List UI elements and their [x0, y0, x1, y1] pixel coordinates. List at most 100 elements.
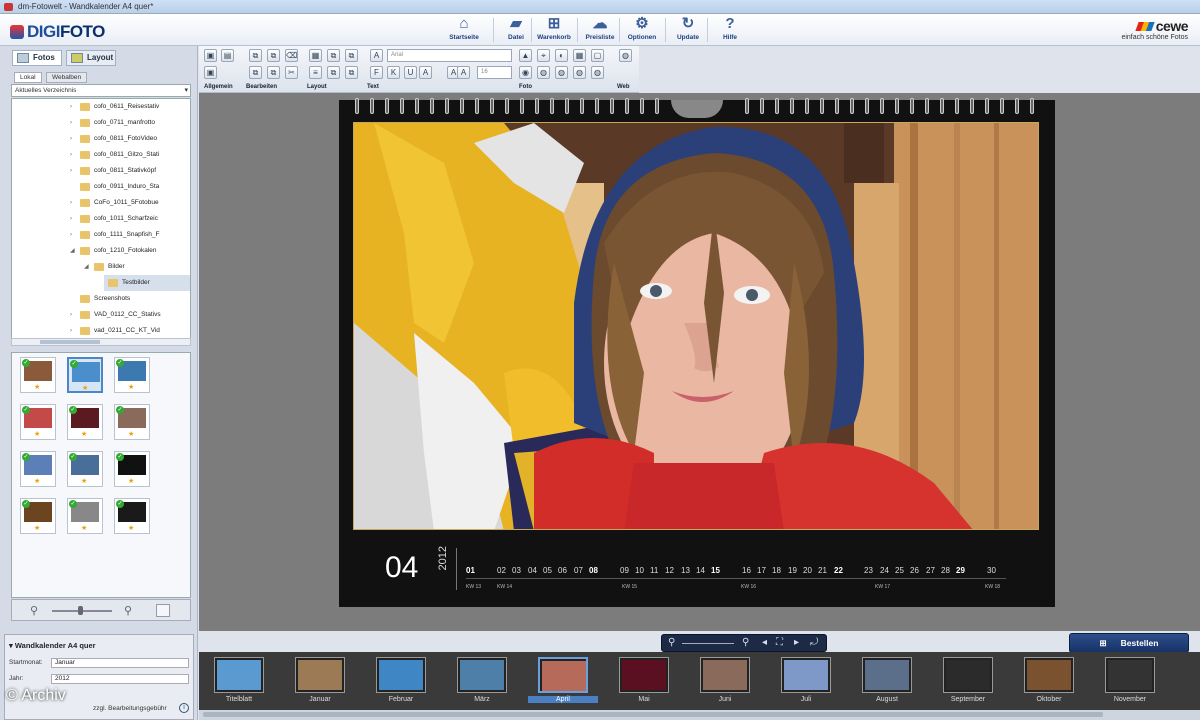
filmstrip-page[interactable]	[781, 657, 831, 693]
tree-item[interactable]: › CoFo_1011_5Fotobue	[12, 195, 190, 211]
scroll-thumb[interactable]	[203, 712, 1103, 717]
calendar-photo[interactable]	[353, 122, 1039, 530]
zoom-slider[interactable]	[682, 643, 734, 644]
photo-thumbnail[interactable]: ✓ ★	[67, 357, 103, 393]
expand-icon[interactable]: ›	[70, 131, 72, 147]
filmstrip-page[interactable]	[214, 657, 264, 693]
toolbar-button[interactable]: ⧉	[327, 66, 340, 79]
tree-item[interactable]: Screenshots	[12, 291, 190, 307]
expand-icon[interactable]: ◢	[84, 259, 89, 275]
toolbar-button[interactable]: ▲	[519, 49, 532, 62]
scroll-thumb[interactable]	[40, 340, 100, 344]
star-icon[interactable]: ★	[128, 383, 134, 391]
star-icon[interactable]: ★	[81, 430, 87, 438]
toolbar-button[interactable]: ⧉	[249, 66, 262, 79]
order-button[interactable]: ⊞ Bestellen	[1069, 633, 1189, 653]
toolbar-button[interactable]: A	[370, 49, 383, 62]
view-toggle-icon[interactable]	[156, 604, 170, 617]
expand-icon[interactable]: ›	[70, 163, 72, 179]
zoom-in-icon[interactable]: ⚲	[742, 636, 749, 650]
photo-thumbnail[interactable]: ✓ ★	[20, 357, 56, 393]
toolbar-button[interactable]: ✂	[285, 66, 298, 79]
toolbar-button[interactable]: U	[404, 66, 417, 79]
nav-update-button[interactable]: ↻ Update	[668, 16, 708, 46]
tree-item[interactable]: › cofo_0811_Gitzo_Stati	[12, 147, 190, 163]
photo-thumbnail[interactable]: ✓ ★	[20, 498, 56, 534]
expand-icon[interactable]: ›	[70, 99, 72, 115]
tab-layout[interactable]: Layout	[66, 50, 116, 66]
toolbar-button[interactable]: A	[457, 66, 470, 79]
rotate-icon[interactable]: ⤾	[810, 636, 818, 650]
photo-thumbnail[interactable]: ✓ ★	[67, 451, 103, 487]
star-icon[interactable]: ★	[128, 430, 134, 438]
info-icon[interactable]: i	[179, 703, 189, 713]
tree-item[interactable]: › cofo_1111_Snapfish_F	[12, 227, 190, 243]
tree-item[interactable]: ◢ cofo_1210_Fotokalen	[12, 243, 190, 259]
filmstrip-page[interactable]	[700, 657, 750, 693]
filmstrip-page[interactable]	[295, 657, 345, 693]
toolbar-button[interactable]: ◍	[555, 66, 568, 79]
toolbar-button[interactable]: ◍	[573, 66, 586, 79]
expand-icon[interactable]: ›	[70, 147, 72, 163]
expand-icon[interactable]: ◢	[70, 243, 75, 259]
tree-item[interactable]: › vad_0211_CC_KT_Vid	[12, 323, 190, 338]
photo-thumbnail[interactable]: ✓ ★	[114, 451, 150, 487]
toolbar-button[interactable]: ⧉	[327, 49, 340, 62]
toolbar-button[interactable]: ▣	[204, 49, 217, 62]
start-month-select[interactable]: Januar	[51, 658, 189, 668]
tree-item[interactable]: ◢ Bilder	[12, 259, 190, 275]
nav-warenkorb-button[interactable]: ⊞ Warenkorb	[534, 16, 574, 46]
tree-item[interactable]: › VAD_0112_CC_Stativs	[12, 307, 190, 323]
previous-page-icon[interactable]: ◂	[762, 636, 767, 650]
calendar-page[interactable]: 04 2012 01 02 03 04 05 06 07 08 09 10 11 12 13 14 15 16…	[339, 98, 1055, 607]
toolbar-button[interactable]: ▤	[221, 49, 234, 62]
toolbar-button[interactable]: K	[387, 66, 400, 79]
subtab-webalben[interactable]: Webalben	[46, 72, 88, 83]
star-icon[interactable]: ★	[82, 384, 88, 392]
next-page-icon[interactable]: ▸	[794, 636, 799, 650]
toolbar-button[interactable]: ⌖	[537, 49, 550, 62]
year-field[interactable]: 2012	[51, 674, 189, 684]
photo-thumbnail[interactable]: ✓ ★	[20, 451, 56, 487]
expand-icon[interactable]: ›	[70, 195, 72, 211]
tree-item[interactable]: › cofo_0811_FotoVideo	[12, 131, 190, 147]
photo-thumbnail[interactable]: ✓ ★	[114, 404, 150, 440]
font-family-select[interactable]: Arial	[387, 49, 512, 62]
font-size-select[interactable]: 16	[477, 66, 512, 79]
tree-scrollbar[interactable]	[11, 338, 191, 346]
star-icon[interactable]: ★	[34, 430, 40, 438]
star-icon[interactable]: ★	[128, 477, 134, 485]
filmstrip-page[interactable]	[943, 657, 993, 693]
toolbar-button[interactable]: ⧉	[249, 49, 262, 62]
toolbar-button[interactable]: ≡	[309, 66, 322, 79]
toolbar-button[interactable]: ◉	[519, 66, 532, 79]
toolbar-button[interactable]: A	[419, 66, 432, 79]
expand-icon[interactable]: ›	[70, 211, 72, 227]
star-icon[interactable]: ★	[34, 524, 40, 532]
zoom-out-icon[interactable]: ⚲	[668, 636, 675, 650]
filmstrip-page[interactable]	[457, 657, 507, 693]
toolbar-button[interactable]: ⧉	[345, 66, 358, 79]
toolbar-button[interactable]: ▣	[204, 66, 217, 79]
filmstrip-page[interactable]	[538, 657, 588, 693]
zoom-in-icon[interactable]: ⚲	[124, 604, 132, 617]
toolbar-button[interactable]: ⌫	[285, 49, 298, 62]
nav-preisliste-button[interactable]: ☁ Preisliste	[580, 16, 620, 46]
expand-icon[interactable]: ›	[70, 323, 72, 338]
tree-item[interactable]: › cofo_0611_Reisestativ	[12, 99, 190, 115]
fit-page-icon[interactable]: ⛶	[776, 636, 783, 650]
nav-optionen-button[interactable]: ⚙ Optionen	[622, 16, 662, 46]
star-icon[interactable]: ★	[128, 524, 134, 532]
expand-icon[interactable]: ›	[70, 227, 72, 243]
nav-hilfe-button[interactable]: ? Hilfe	[710, 16, 750, 46]
photo-thumbnail[interactable]: ✓ ★	[114, 357, 150, 393]
nav-startseite-button[interactable]: ⌂ Startseite	[444, 16, 484, 46]
expand-icon[interactable]: ›	[70, 307, 72, 323]
zoom-out-icon[interactable]: ⚲	[30, 604, 38, 617]
toolbar-button[interactable]: F	[370, 66, 383, 79]
filmstrip-page[interactable]	[1105, 657, 1155, 693]
tree-item[interactable]: Testbilder	[104, 275, 190, 291]
filmstrip-scrollbar[interactable]	[199, 710, 1200, 720]
toolbar-button[interactable]: ◍	[619, 49, 632, 62]
filmstrip-page[interactable]	[1024, 657, 1074, 693]
